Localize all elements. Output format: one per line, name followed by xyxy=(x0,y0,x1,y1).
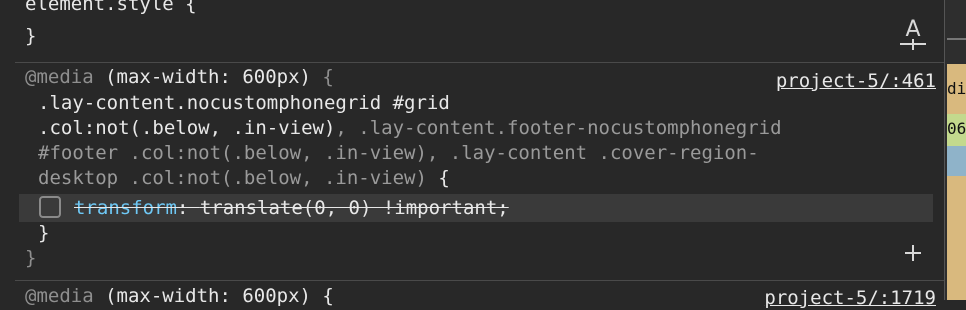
rule-divider-2 xyxy=(15,280,944,281)
styles-pane: element.style { } A @media (max-width: 6… xyxy=(15,0,944,309)
strip-text-1: din xyxy=(947,79,966,98)
selector-line-4-text: desktop .col:not(.below, .in-view) xyxy=(38,167,427,189)
media-open-brace: { xyxy=(322,66,334,88)
selector-line-3[interactable]: #footer .col:not(.below, .in-view), .lay… xyxy=(38,141,759,165)
box-model-strip: din 06 xyxy=(944,0,966,300)
strip-block-dark xyxy=(947,0,966,64)
declaration-property[interactable]: transform xyxy=(74,197,177,219)
media-rule-header: @media (max-width: 600px) { xyxy=(25,65,334,89)
media-keyword: @media xyxy=(25,66,94,88)
selector-line-4[interactable]: desktop .col:not(.below, .in-view) { xyxy=(38,166,450,190)
strip-border xyxy=(944,0,945,300)
source-link-2[interactable]: project-5/:1719 xyxy=(764,286,936,310)
element-style-close-brace: } xyxy=(25,25,37,47)
rule-open-brace: { xyxy=(426,167,450,189)
svg-text:A: A xyxy=(905,17,920,42)
media-rule-header-2: @media (max-width: 600px) { xyxy=(25,284,334,308)
selector-line-2[interactable]: .col:not(.below, .in-view), .lay-content… xyxy=(38,116,782,140)
source-link[interactable]: project-5/:461 xyxy=(776,69,936,93)
declaration-value[interactable]: translate(0, 0) !important; xyxy=(200,197,509,219)
selector-line-1[interactable]: .lay-content.nocustomphonegrid #grid xyxy=(38,91,450,115)
declaration-row[interactable]: transform: translate(0, 0) !important; xyxy=(19,194,933,222)
plus-icon[interactable] xyxy=(902,242,924,264)
rule-divider xyxy=(15,62,944,63)
media-query-2[interactable]: (max-width: 600px) { xyxy=(94,285,334,307)
media-query[interactable]: (max-width: 600px) xyxy=(94,66,323,88)
selector-inactive-part: , .lay-content.footer-nocustomphonegrid xyxy=(335,117,782,139)
selector-active-part: .col:not(.below, .in-view) xyxy=(38,117,336,139)
rule-close-brace: } xyxy=(38,222,50,244)
strip-block-blue xyxy=(947,146,966,176)
element-style-selector[interactable]: element.style { xyxy=(25,0,197,16)
declaration-colon: : xyxy=(176,197,200,219)
media-keyword-2: @media xyxy=(25,285,94,307)
declaration-checkbox[interactable] xyxy=(39,196,61,218)
declaration-text[interactable]: transform: translate(0, 0) !important; xyxy=(74,194,509,222)
strip-text-2: 06 xyxy=(947,119,966,138)
strip-block-tan-2 xyxy=(947,176,966,300)
text-format-icon[interactable]: A xyxy=(898,14,928,54)
strip-dash xyxy=(947,38,966,40)
media-close-brace: } xyxy=(25,247,37,269)
